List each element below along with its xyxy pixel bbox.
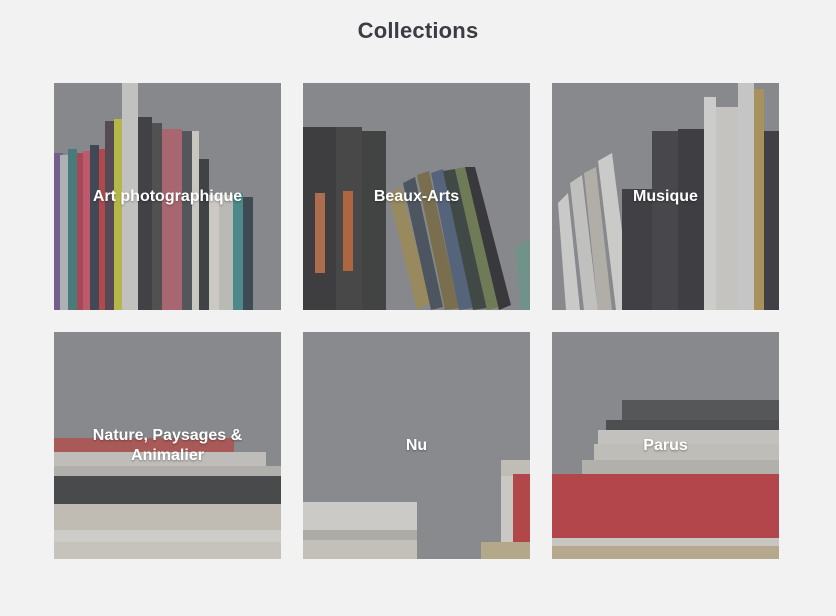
collection-label: Parus (643, 436, 688, 454)
collection-tile-beaux-arts[interactable]: Beaux-Arts (303, 83, 530, 310)
collection-tile-nu[interactable]: Nu (303, 332, 530, 559)
collection-tile-musique[interactable]: Musique (552, 83, 779, 310)
collection-label: Nu (405, 436, 428, 454)
collection-label: Nature, Paysages & Animalier (92, 426, 243, 464)
collection-label: Art photographique (92, 187, 243, 205)
collection-tile-parus[interactable]: Parus (552, 332, 779, 559)
collection-label: Beaux-Arts (373, 187, 460, 205)
collection-label: Musique (633, 187, 698, 205)
collection-tile-art-photographique[interactable]: Art photographique (54, 83, 281, 310)
collection-tile-nature-paysages-animalier[interactable]: Nature, Paysages & Animalier (54, 332, 281, 559)
page-title: Collections (357, 18, 479, 43)
